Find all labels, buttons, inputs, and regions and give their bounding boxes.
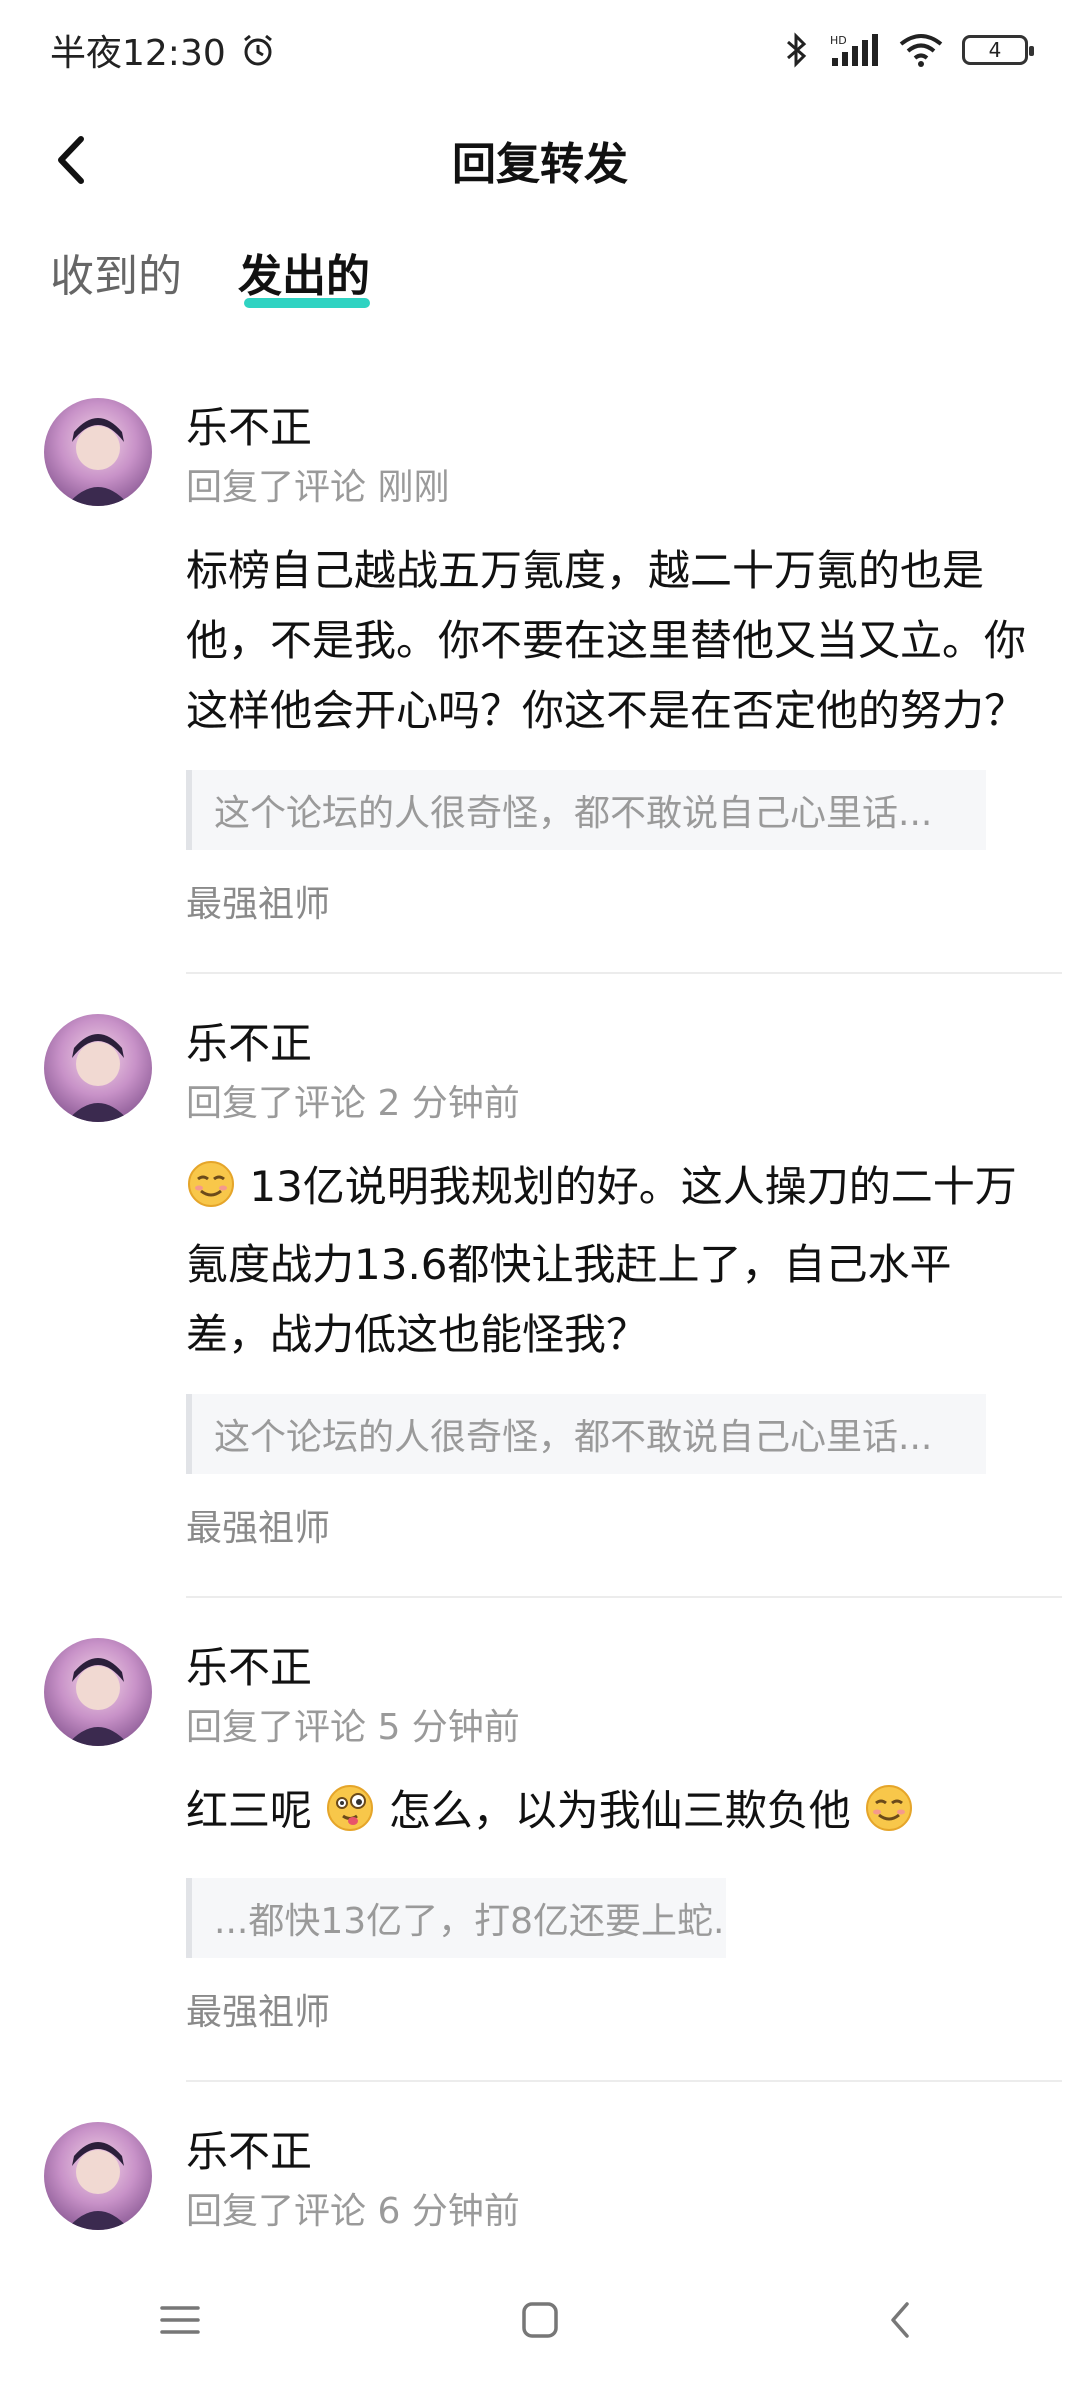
menu-button[interactable] [135, 2275, 225, 2365]
reply-meta: 回复了评论 2 分钟前 [186, 1083, 520, 1124]
divider [186, 972, 1062, 974]
avatar[interactable] [44, 398, 152, 506]
forum-source[interactable]: 最强祖师 [186, 880, 1040, 930]
reply-meta: 回复了评论 6 分钟前 [186, 2191, 520, 2232]
avatar[interactable] [44, 1638, 152, 1746]
quoted-comment[interactable]: ...都快13亿了，打8亿还要上蛇...... [186, 1878, 726, 1958]
avatar[interactable] [44, 2122, 152, 2230]
clock-time: 半夜12:30 [50, 33, 226, 74]
alarm-icon [240, 32, 276, 68]
home-button[interactable] [495, 2275, 585, 2365]
page-header: 回复转发 [0, 110, 1080, 210]
smug-face-emoji-icon [864, 1783, 914, 1854]
network-label: HD [830, 34, 847, 47]
wifi-icon [898, 32, 944, 68]
user-name[interactable]: 乐不正 [186, 2104, 1040, 2180]
tab-sent[interactable]: 发出的 [238, 240, 370, 320]
user-name[interactable]: 乐不正 [186, 1620, 1040, 1696]
reply-content-part-b: 怎么，以为我仙三欺负他 [388, 1786, 851, 1835]
reply-content: 13亿说明我规划的好。这人操刀的二十万氪度战力13.6都快让我赶上了，自己水平差… [186, 1162, 1017, 1359]
system-nav-bar [0, 2240, 1080, 2400]
back-button[interactable] [40, 130, 100, 190]
quoted-comment[interactable]: 这个论坛的人很奇怪，都不敢说自己心里话... [186, 1394, 986, 1474]
tab-received[interactable]: 收到的 [50, 240, 182, 320]
list-item[interactable]: 乐不正 回复了评论 5 分钟前 红三呢 怎么，以为我仙三欺负他 ...都快13亿… [0, 1620, 1080, 2082]
battery-icon: 4 [962, 35, 1034, 65]
user-name[interactable]: 乐不正 [186, 380, 1040, 456]
reply-meta: 回复了评论 5 分钟前 [186, 1707, 520, 1748]
smug-face-emoji-icon [186, 1159, 236, 1230]
forum-source[interactable]: 最强祖师 [186, 1988, 1040, 2038]
avatar[interactable] [44, 1014, 152, 1122]
crazy-face-emoji-icon [325, 1783, 375, 1854]
back-arrow-icon [58, 136, 84, 184]
quoted-comment[interactable]: 这个论坛的人很奇怪，都不敢说自己心里话... [186, 770, 986, 850]
list-item[interactable]: 乐不正 回复了评论 6 分钟前 [0, 2104, 1080, 2238]
nav-back-icon [891, 2302, 909, 2338]
reply-content: 标榜自己越战五万氪度，越二十万氪的也是他，不是我。你不要在这里替他又当又立。你这… [186, 546, 1027, 735]
divider [186, 2080, 1062, 2082]
reply-content-wrapper: 红三呢 怎么，以为我仙三欺负他 [186, 1776, 1026, 1854]
nav-back-button[interactable] [855, 2275, 945, 2365]
battery-level: 4 [988, 38, 1002, 62]
status-bar: 半夜12:30 HD 4 [0, 0, 1080, 100]
reply-content-wrapper: 13亿说明我规划的好。这人操刀的二十万氪度战力13.6都快让我赶上了，自己水平差… [186, 1152, 1026, 1370]
divider [186, 1596, 1062, 1598]
bluetooth-icon [784, 32, 810, 68]
page-title: 回复转发 [452, 139, 628, 190]
signal-icon: HD [828, 32, 880, 68]
forum-source[interactable]: 最强祖师 [186, 1504, 1040, 1554]
tab-bar: 收到的 发出的 [50, 240, 370, 320]
user-name[interactable]: 乐不正 [186, 996, 1040, 1072]
reply-list: 乐不正 回复了评论 刚刚 标榜自己越战五万氪度，越二十万氪的也是他，不是我。你不… [0, 380, 1080, 2238]
home-square-icon [522, 2302, 558, 2338]
reply-meta: 回复了评论 刚刚 [186, 467, 450, 508]
list-item[interactable]: 乐不正 回复了评论 刚刚 标榜自己越战五万氪度，越二十万氪的也是他，不是我。你不… [0, 380, 1080, 974]
reply-content-part-a: 红三呢 [186, 1786, 313, 1835]
menu-icon [160, 2306, 200, 2334]
list-item[interactable]: 乐不正 回复了评论 2 分钟前 13亿说明我规划的好。这人操刀的二十万氪度战力1… [0, 996, 1080, 1598]
